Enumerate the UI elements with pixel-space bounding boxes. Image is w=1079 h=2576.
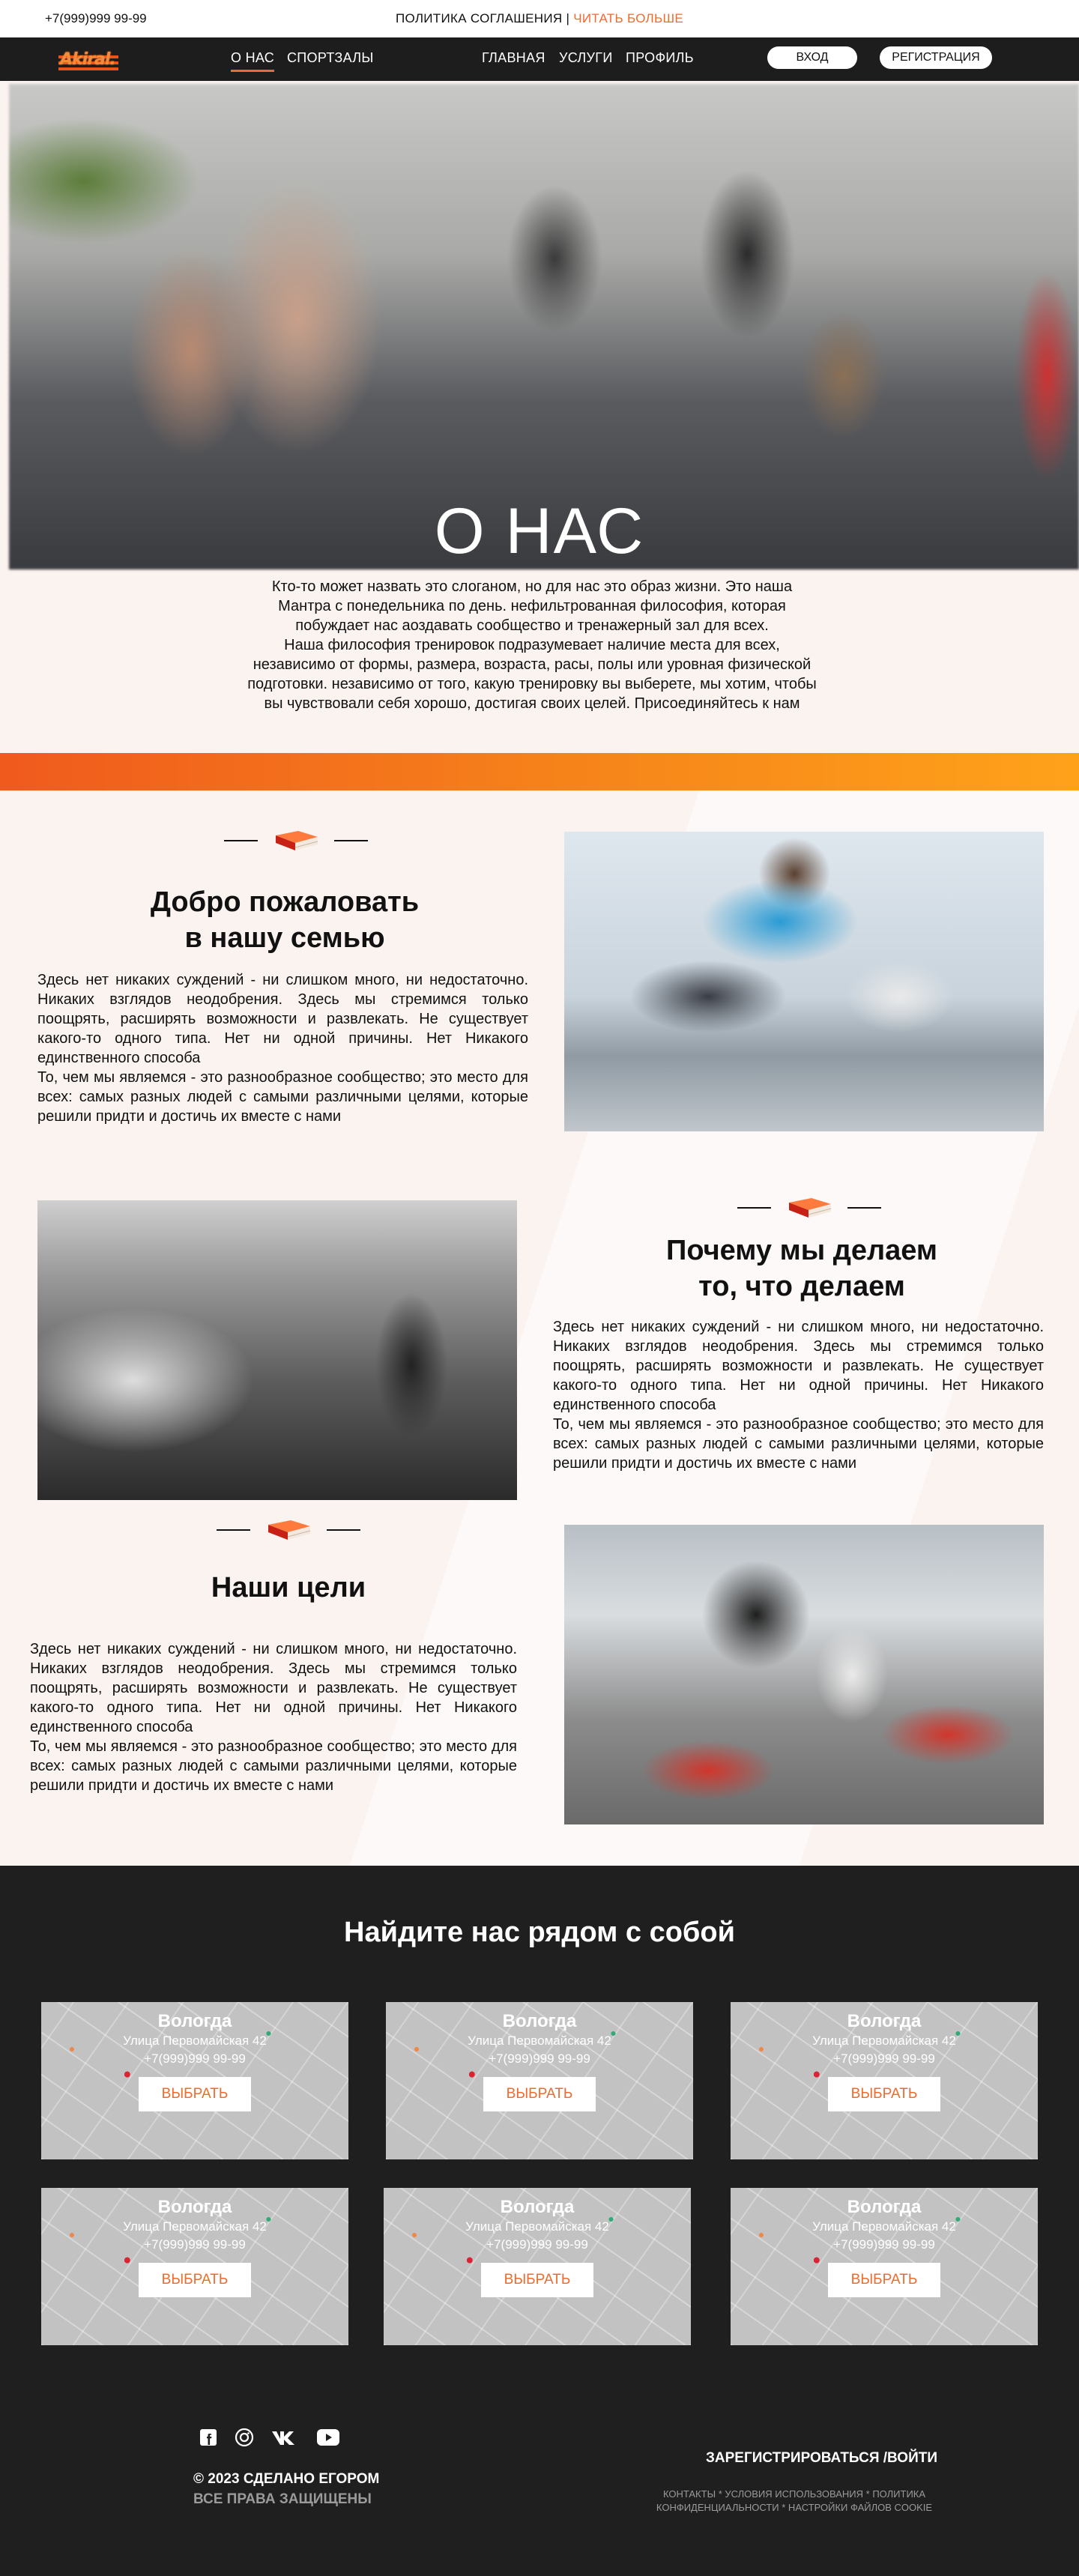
card-phone: +7(999)999 99-99 <box>833 2237 935 2252</box>
location-card: Вологда Улица Первомайская 42 +7(999)999… <box>731 2188 1038 2345</box>
top-bar: +7(999)999 99-99 ПОЛИТИКА СОГЛАШЕНИЯ | Ч… <box>0 0 1079 37</box>
login-button[interactable]: ВХОД <box>767 46 857 69</box>
nav-link-about[interactable]: О НАС <box>231 50 275 72</box>
policy-text: ПОЛИТИКА СОГЛАШЕНИЯ | <box>395 11 570 25</box>
footer-links-line-2[interactable]: КОНФИДЕНЦИАЛЬНОСТИ * НАСТРОЙКИ ФАЙЛОВ CO… <box>644 2501 944 2515</box>
card-address: Улица Первомайская 42 <box>123 2219 267 2234</box>
card-city: Вологда <box>500 2197 575 2217</box>
about-section: Добро пожаловать в нашу семью Здесь нет … <box>0 790 1079 1866</box>
card-city: Вологда <box>502 2011 577 2031</box>
photo-dumbbell-training <box>564 1525 1044 1824</box>
card-address: Улица Первомайская 42 <box>812 2034 956 2048</box>
card-address: Улица Первомайская 42 <box>468 2034 611 2048</box>
find-us-title: Найдите нас рядом с собой <box>344 1917 735 1948</box>
card-phone: +7(999)999 99-99 <box>489 2052 590 2066</box>
card-city: Вологда <box>847 2011 922 2031</box>
main-nav: Akiral. О НАС СПОРТЗАЛЫ ГЛАВНАЯ УСЛУГИ П… <box>0 37 1079 81</box>
block-3-ornament <box>176 1517 401 1543</box>
footer-register-login-link[interactable]: ЗАРЕГИСТРИРОВАТЬСЯ /ВОЙТИ <box>706 2450 937 2467</box>
footer-links-line-1[interactable]: КОНТАКТЫ * УСЛОВИЯ ИСПОЛЬЗОВАНИЯ * ПОЛИТ… <box>644 2488 944 2501</box>
book-icon <box>276 831 318 850</box>
hero-text-paragraph-2: Наша философия тренировок подразумевает … <box>247 637 817 712</box>
all-rights-reserved: ВСЕ ПРАВА ЗАЩИЩЕНЫ <box>193 2491 372 2507</box>
block-3-text: Здесь нет никаких суждений - ни слишком … <box>30 1641 517 1794</box>
policy-read-more-link[interactable]: ЧИТАТЬ БОЛЬШЕ <box>573 11 683 25</box>
hero-text: Кто-то может назвать это слоганом, но дл… <box>247 577 817 713</box>
choose-button[interactable]: ВЫБРАТЬ <box>481 2263 593 2297</box>
hero-title: О НАС <box>434 495 645 567</box>
book-icon <box>789 1198 832 1218</box>
card-city: Вологда <box>157 2197 232 2217</box>
photo-pushups-father-son <box>564 832 1044 1131</box>
location-card: Вологда Улица Первомайская 42 +7(999)999… <box>384 2188 691 2345</box>
choose-button[interactable]: ВЫБРАТЬ <box>828 2077 940 2111</box>
block-2-ornament <box>697 1195 922 1221</box>
footer-legal-links: КОНТАКТЫ * УСЛОВИЯ ИСПОЛЬЗОВАНИЯ * ПОЛИТ… <box>644 2488 944 2515</box>
card-city: Вологда <box>157 2011 232 2031</box>
instagram-icon[interactable] <box>235 2428 254 2447</box>
card-address: Улица Первомайская 42 <box>123 2034 267 2048</box>
facebook-icon[interactable] <box>199 2428 218 2447</box>
location-card: Вологда Улица Первомайская 42 +7(999)999… <box>41 2002 348 2159</box>
nav-link-services[interactable]: УСЛУГИ <box>559 50 613 66</box>
card-city: Вологда <box>847 2197 922 2217</box>
book-icon <box>268 1520 311 1540</box>
block-2-title: Почему мы делаем то, что делаем <box>666 1235 937 1302</box>
card-phone: +7(999)999 99-99 <box>144 2237 246 2252</box>
block-3-title: Наши цели <box>211 1572 366 1603</box>
card-phone: +7(999)999 99-99 <box>486 2237 588 2252</box>
block-1-ornament <box>184 828 408 853</box>
location-card: Вологда Улица Первомайская 42 +7(999)999… <box>41 2188 348 2345</box>
find-us-section: Найдите нас рядом с собой Вологда Улица … <box>0 1866 1079 2576</box>
social-links <box>199 2428 339 2447</box>
youtube-icon[interactable] <box>317 2428 339 2447</box>
choose-button[interactable]: ВЫБРАТЬ <box>483 2077 596 2111</box>
register-button[interactable]: РЕГИСТРАЦИЯ <box>880 46 992 69</box>
card-address: Улица Первомайская 42 <box>812 2219 956 2234</box>
nav-link-home[interactable]: ГЛАВНАЯ <box>482 50 545 66</box>
logo[interactable]: Akiral. <box>58 49 118 72</box>
photo-gym-interior <box>37 1200 517 1500</box>
card-phone: +7(999)999 99-99 <box>144 2052 246 2066</box>
card-address: Улица Первомайская 42 <box>465 2219 609 2234</box>
copyright: © 2023 СДЕЛАНО ЕГОРОМ <box>193 2471 380 2487</box>
choose-button[interactable]: ВЫБРАТЬ <box>139 2263 251 2297</box>
choose-button[interactable]: ВЫБРАТЬ <box>828 2263 940 2297</box>
logo-text: Akiral. <box>60 50 116 69</box>
location-card: Вологда Улица Первомайская 42 +7(999)999… <box>731 2002 1038 2159</box>
vk-icon[interactable] <box>270 2428 300 2447</box>
nav-link-profile[interactable]: ПРОФИЛЬ <box>626 50 694 66</box>
orange-band <box>0 753 1079 790</box>
choose-button[interactable]: ВЫБРАТЬ <box>139 2077 251 2111</box>
block-1-title: Добро пожаловать в нашу семью <box>150 886 420 954</box>
location-card: Вологда Улица Первомайская 42 +7(999)999… <box>386 2002 693 2159</box>
card-phone: +7(999)999 99-99 <box>833 2052 935 2066</box>
policy-line: ПОЛИТИКА СОГЛАШЕНИЯ | ЧИТАТЬ БОЛЬШЕ <box>0 11 1079 26</box>
nav-link-gyms[interactable]: СПОРТЗАЛЫ <box>287 50 374 66</box>
block-2-text: Здесь нет никаких суждений - ни слишком … <box>553 1319 1044 1472</box>
block-1-text: Здесь нет никаких суждений - ни слишком … <box>37 972 528 1125</box>
hero-text-paragraph-1: Кто-то может назвать это слоганом, но дл… <box>271 578 793 634</box>
